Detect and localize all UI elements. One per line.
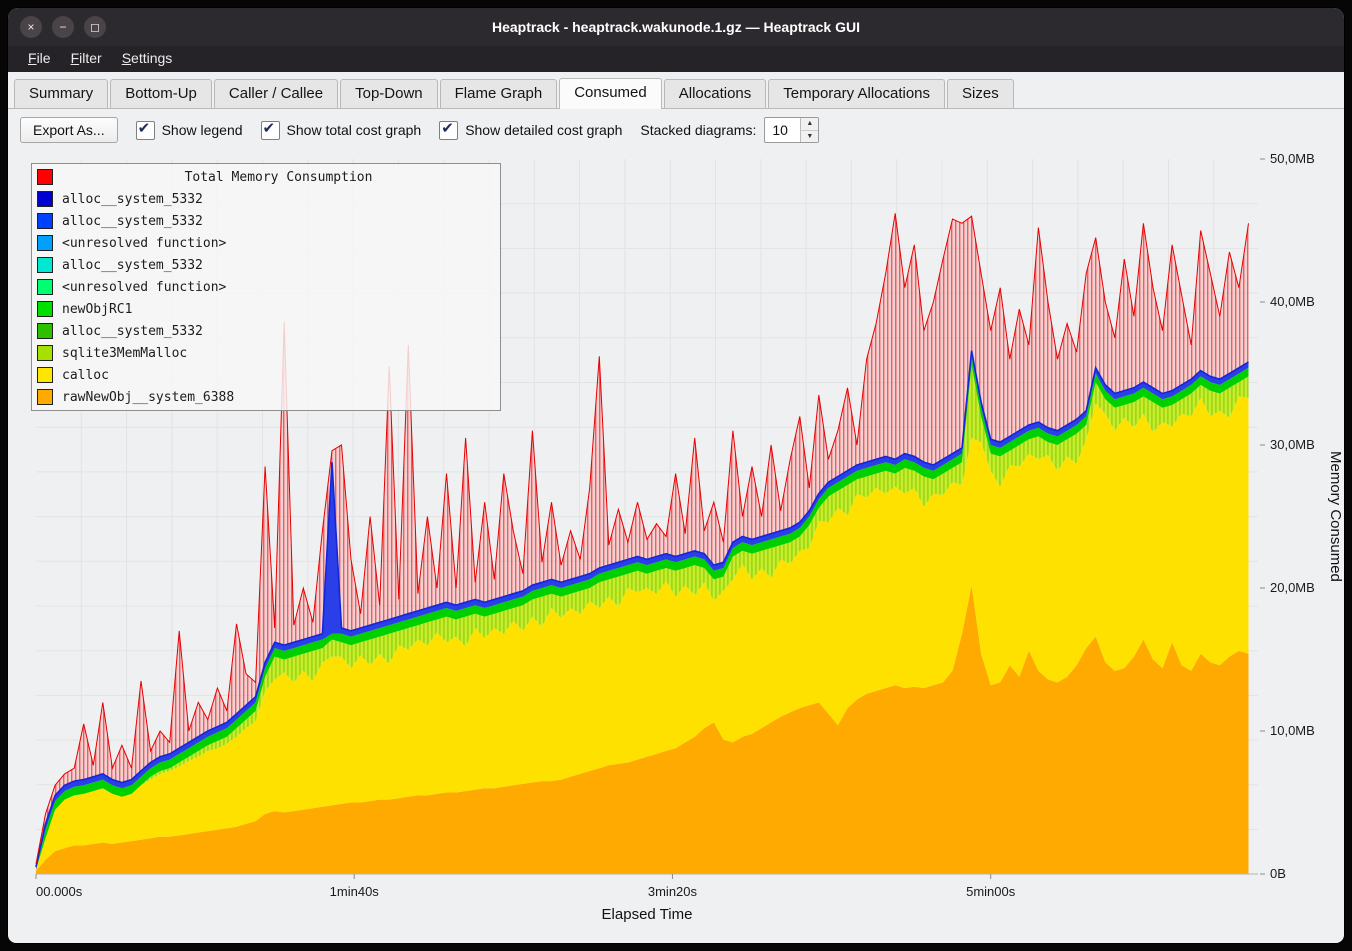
legend-swatch (37, 279, 53, 295)
checkbox-container: ✔ Show legend ✔ Show total cost graph ✔ Show … (136, 121, 623, 140)
y-tick-label: 10,0MB (1270, 723, 1315, 738)
tab-consumed[interactable]: Consumed (559, 78, 662, 109)
chart-legend: Total Memory Consumption alloc__system_53… (31, 163, 501, 411)
x-tick-label: 00.000s (36, 884, 83, 899)
check-icon: ✔ (441, 119, 454, 137)
legend-label: calloc (62, 368, 109, 383)
legend-item: newObjRC1 (32, 298, 500, 320)
legend-swatch (37, 191, 53, 207)
legend-swatch (37, 323, 53, 339)
legend-swatch (37, 257, 53, 273)
x-tick-label: 3min20s (648, 884, 698, 899)
window-title: Heaptrack - heaptrack.wakunode.1.gz — He… (492, 19, 860, 35)
y-tick-label: 30,0MB (1270, 437, 1315, 452)
stacked-diagrams-value[interactable]: 10 (765, 118, 800, 142)
legend-label: alloc__system_5332 (62, 324, 203, 339)
titlebar: ×−◻ Heaptrack - heaptrack.wakunode.1.gz … (8, 8, 1344, 46)
stacked-diagrams-group: Stacked diagrams: 10 ▲ ▼ (640, 117, 819, 143)
check-icon: ✔ (263, 119, 276, 137)
menu-file[interactable]: File (18, 46, 61, 72)
legend-item: <unresolved function> (32, 232, 500, 254)
tab-bottom-up[interactable]: Bottom-Up (110, 79, 212, 108)
menubar: FileFilterSettings (8, 46, 1344, 72)
legend-item: rawNewObj__system_6388 (32, 386, 500, 408)
legend-label: Total Memory Consumption (62, 170, 495, 185)
legend-item: sqlite3MemMalloc (32, 342, 500, 364)
checkbox-box[interactable]: ✔ (261, 121, 280, 140)
stacked-diagrams-spinbox[interactable]: 10 ▲ ▼ (764, 117, 819, 143)
checkbox-show-detailed-cost-graph[interactable]: ✔ Show detailed cost graph (439, 121, 622, 140)
legend-swatch (37, 367, 53, 383)
tab-top-down[interactable]: Top-Down (340, 79, 438, 108)
menu-settings[interactable]: Settings (112, 46, 183, 72)
legend-label: newObjRC1 (62, 302, 132, 317)
checkbox-label: Show detailed cost graph (465, 122, 622, 138)
checkbox-box[interactable]: ✔ (136, 121, 155, 140)
legend-swatch (37, 213, 53, 229)
export-as-button[interactable]: Export As... (20, 117, 118, 143)
toolbar: Export As... ✔ Show legend ✔ Show total cos… (8, 109, 1344, 149)
legend-item: alloc__system_5332 (32, 320, 500, 342)
heaptrack-window: ×−◻ Heaptrack - heaptrack.wakunode.1.gz … (8, 8, 1344, 943)
check-icon: ✔ (138, 119, 151, 137)
legend-item: alloc__system_5332 (32, 210, 500, 232)
legend-swatch (37, 169, 53, 185)
x-tick-label: 1min40s (330, 884, 380, 899)
legend-swatch (37, 301, 53, 317)
x-axis-title: Elapsed Time (22, 906, 1272, 923)
y-axis-title: Memory Consumed (1327, 451, 1344, 582)
y-tick-label: 50,0MB (1270, 151, 1315, 166)
tabbar: SummaryBottom-UpCaller / CalleeTop-DownF… (8, 72, 1344, 109)
close-button[interactable]: × (20, 16, 42, 38)
legend-label: alloc__system_5332 (62, 258, 203, 273)
legend-label: sqlite3MemMalloc (62, 346, 187, 361)
checkbox-label: Show legend (162, 122, 243, 138)
checkbox-show-legend[interactable]: ✔ Show legend (136, 121, 243, 140)
legend-item: <unresolved function> (32, 276, 500, 298)
checkbox-box[interactable]: ✔ (439, 121, 458, 140)
spin-down-button[interactable]: ▼ (801, 130, 818, 143)
legend-label: <unresolved function> (62, 236, 226, 251)
menu-filter[interactable]: Filter (61, 46, 112, 72)
checkbox-label: Show total cost graph (287, 122, 422, 138)
tab-summary[interactable]: Summary (14, 79, 108, 108)
tab-caller-callee[interactable]: Caller / Callee (214, 79, 338, 108)
legend-label: rawNewObj__system_6388 (62, 390, 234, 405)
legend-title: Total Memory Consumption (32, 166, 500, 188)
checkbox-show-total-cost-graph[interactable]: ✔ Show total cost graph (261, 121, 422, 140)
legend-label: alloc__system_5332 (62, 214, 203, 229)
x-tick-label: 5min00s (966, 884, 1016, 899)
legend-label: alloc__system_5332 (62, 192, 203, 207)
maximize-button[interactable]: ◻ (84, 16, 106, 38)
legend-item: alloc__system_5332 (32, 188, 500, 210)
y-tick-label: 20,0MB (1270, 580, 1315, 595)
legend-label: <unresolved function> (62, 280, 226, 295)
legend-swatch (37, 389, 53, 405)
window-controls: ×−◻ (20, 8, 106, 46)
stacked-diagrams-label: Stacked diagrams: (640, 122, 756, 138)
legend-item: calloc (32, 364, 500, 386)
tab-flame-graph[interactable]: Flame Graph (440, 79, 558, 108)
minimize-button[interactable]: − (52, 16, 74, 38)
legend-item: alloc__system_5332 (32, 254, 500, 276)
y-tick-label: 40,0MB (1270, 294, 1315, 309)
spin-arrows: ▲ ▼ (800, 118, 818, 142)
legend-swatch (37, 345, 53, 361)
tab-sizes[interactable]: Sizes (947, 79, 1014, 108)
y-tick-label: 0B (1270, 866, 1286, 881)
chart-area: 00.000s 1min40s 3min20s 5min00s 0B 10,0MB 20,0… (22, 151, 1344, 943)
tab-allocations[interactable]: Allocations (664, 79, 767, 108)
spin-up-button[interactable]: ▲ (801, 118, 818, 130)
legend-swatch (37, 235, 53, 251)
tab-temporary-allocations[interactable]: Temporary Allocations (768, 79, 945, 108)
